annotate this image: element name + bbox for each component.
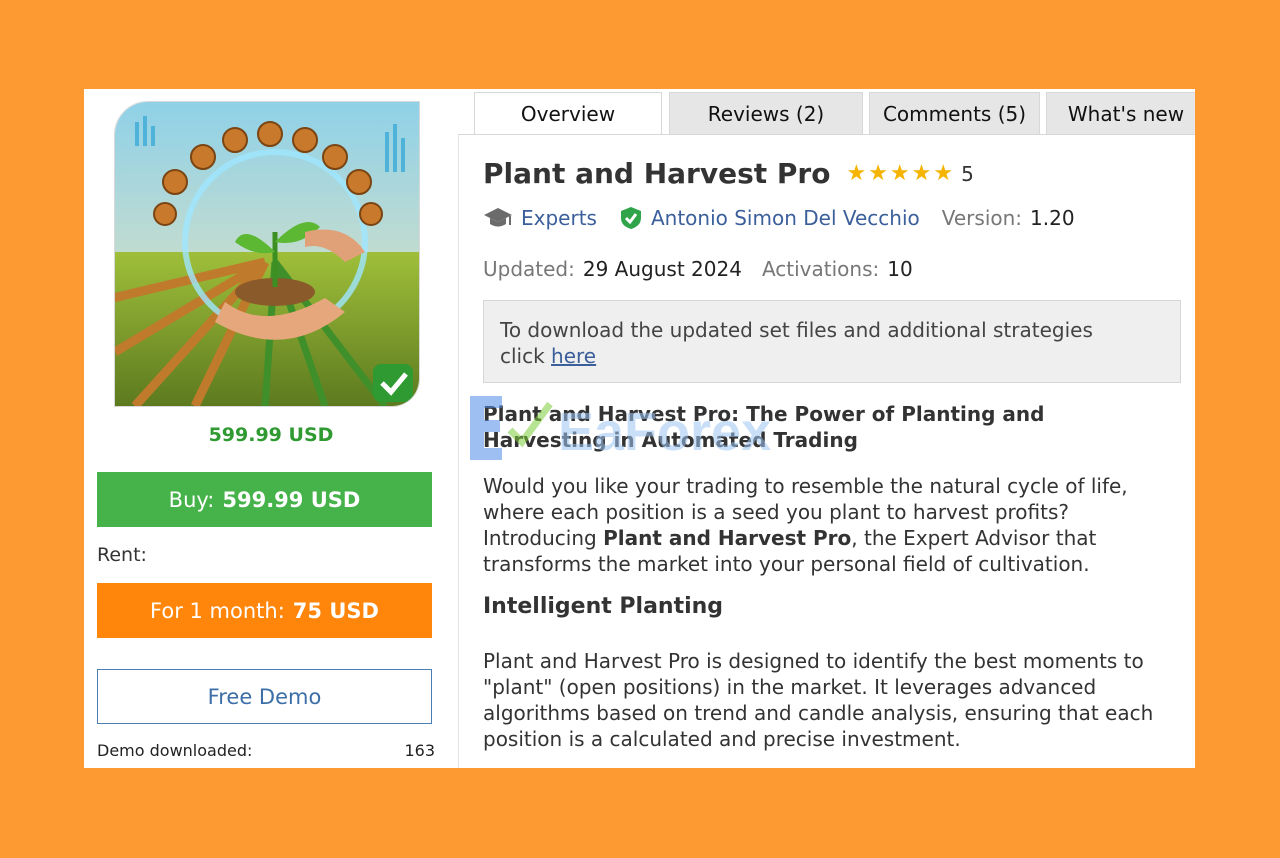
tab-bar: Overview Reviews (2) Comments (5) What's…	[458, 89, 1195, 135]
star-icon: ★	[911, 160, 932, 186]
graduation-cap-icon	[484, 208, 512, 227]
rent-period: For 1 month:	[150, 598, 285, 623]
section-title: Intelligent Planting	[483, 594, 724, 619]
buy-button[interactable]: Buy: 599.99 USD	[97, 472, 432, 527]
updated-label: Updated:	[483, 257, 575, 281]
tab-reviews[interactable]: Reviews (2)	[669, 92, 863, 135]
demo-downloaded-row: Demo downloaded: 163	[97, 741, 435, 760]
product-title: Plant and Harvest Pro	[483, 157, 831, 190]
notice-here-link[interactable]: here	[551, 344, 596, 368]
rent-amount: 75 USD	[292, 598, 379, 623]
notice-link-line: click here	[500, 343, 1164, 369]
buy-label: Buy:	[168, 487, 215, 512]
description-heading: Plant and Harvest Pro: The Power of Plan…	[483, 402, 1045, 452]
star-icon: ★	[846, 160, 867, 186]
purchase-sidebar: 599.99 USD Buy: 599.99 USD Rent: For 1 mo…	[84, 89, 459, 768]
rent-button[interactable]: For 1 month: 75 USD	[97, 583, 432, 638]
version-value: 1.20	[1030, 206, 1075, 230]
tab-overview[interactable]: Overview	[474, 92, 662, 135]
tab-whats-new[interactable]: What's new	[1046, 92, 1195, 135]
product-price: 599.99 USD	[208, 424, 334, 446]
rent-label: Rent:	[97, 544, 147, 566]
download-notice: To download the updated set files and ad…	[483, 300, 1181, 383]
notice-prefix: click	[500, 344, 545, 368]
rating-value: 5	[961, 161, 974, 186]
notice-text: To download the updated set files and ad…	[500, 318, 1093, 342]
product-artwork	[115, 102, 419, 406]
paragraph-1-bold: Plant and Harvest Pro	[603, 526, 852, 550]
product-meta: Experts Antonio Simon Del Vecchio Versio…	[483, 206, 1075, 230]
product-panel: 599.99 USD Buy: 599.99 USD Rent: For 1 mo…	[84, 89, 1195, 768]
demo-downloaded-count: 163	[404, 741, 435, 760]
activations-value: 10	[887, 257, 913, 281]
buy-amount: 599.99 USD	[222, 487, 361, 512]
rating-stars[interactable]: ★ ★ ★ ★ ★	[846, 160, 954, 186]
updated-value: 29 August 2024	[582, 257, 742, 281]
author-link[interactable]: Antonio Simon Del Vecchio	[651, 206, 920, 230]
category-link[interactable]: Experts	[521, 206, 597, 230]
star-icon: ★	[933, 160, 954, 186]
tab-divider	[458, 134, 1195, 135]
product-stats: Updated: 29 August 2024 Activations: 10	[483, 257, 913, 281]
verified-shield-icon	[620, 207, 641, 229]
description-paragraph-2: Plant and Harvest Pro is designed to ide…	[483, 649, 1154, 751]
star-icon: ★	[889, 160, 910, 186]
description-paragraph-1: Would you like your trading to resemble …	[483, 473, 1183, 577]
activations-label: Activations:	[761, 257, 880, 281]
title-row: Plant and Harvest Pro ★ ★ ★ ★ ★ 5	[483, 157, 974, 190]
star-icon: ★	[868, 160, 888, 186]
tab-comments[interactable]: Comments (5)	[869, 92, 1040, 135]
version-label: Version:	[941, 206, 1023, 230]
product-image[interactable]	[114, 101, 420, 407]
free-demo-button[interactable]: Free Demo	[97, 669, 432, 724]
demo-downloaded-label: Demo downloaded:	[97, 741, 253, 760]
